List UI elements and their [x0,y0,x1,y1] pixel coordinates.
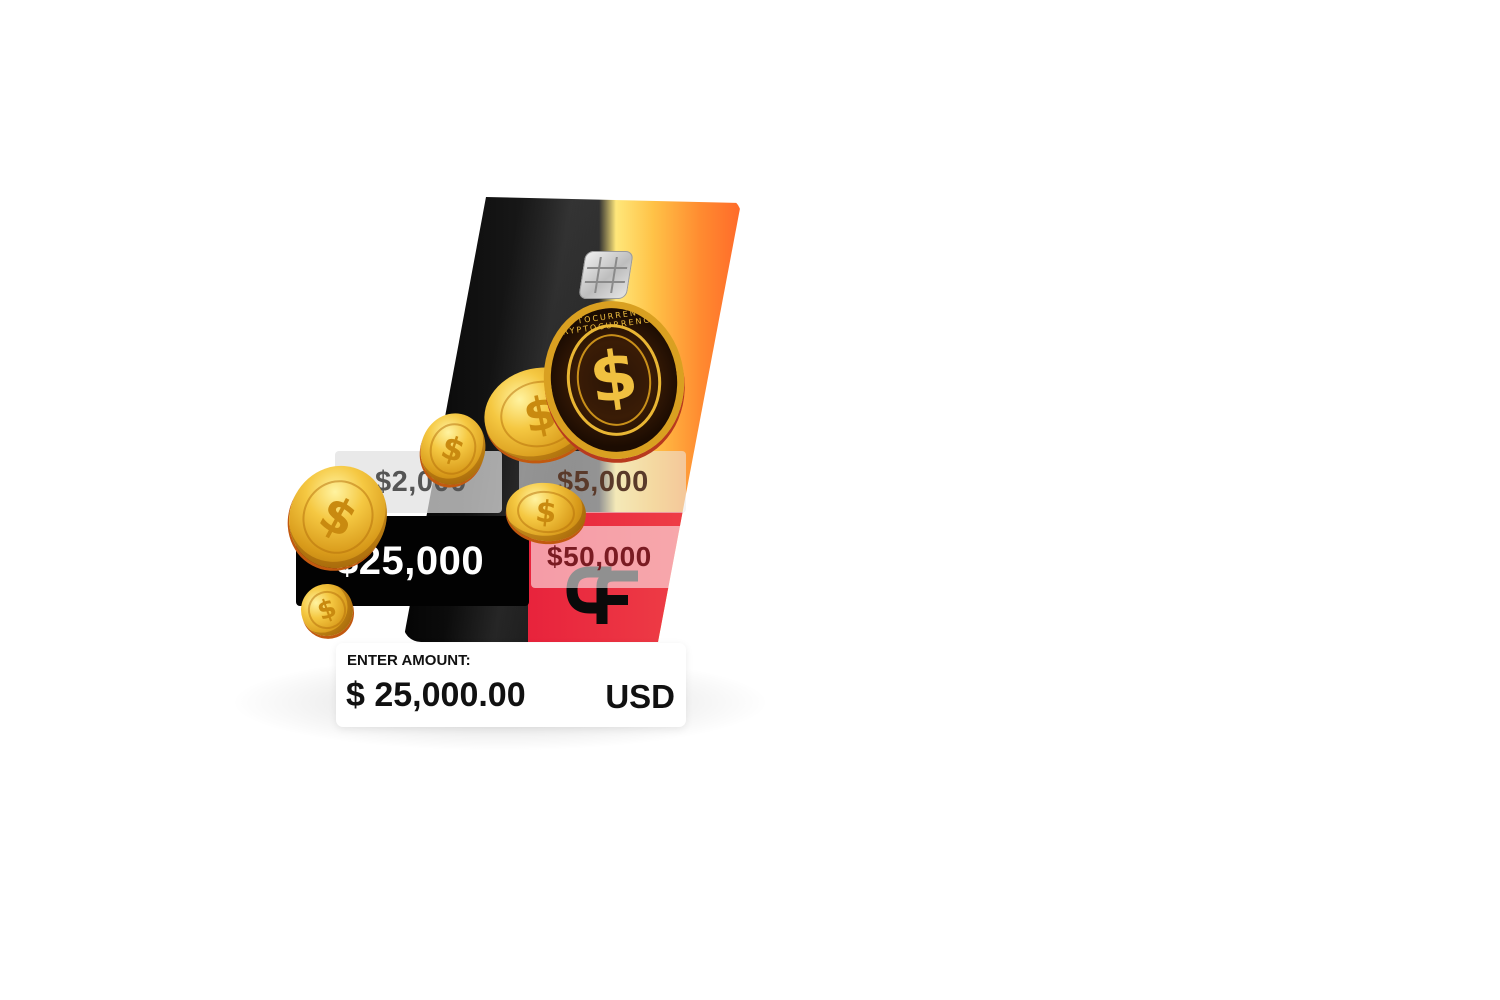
currency-label: USD [605,678,675,715]
amount-input[interactable] [346,676,576,715]
preset-label: $50,000 [547,541,652,572]
amount-input-box[interactable]: ENTER AMOUNT: USD [336,643,686,727]
funding-illustration: $2,000 $5,000 $25,000 $50,000 $ $ $ $ $ … [0,0,1500,1000]
card-chip-icon [578,251,634,299]
amount-label: ENTER AMOUNT: [347,652,471,669]
